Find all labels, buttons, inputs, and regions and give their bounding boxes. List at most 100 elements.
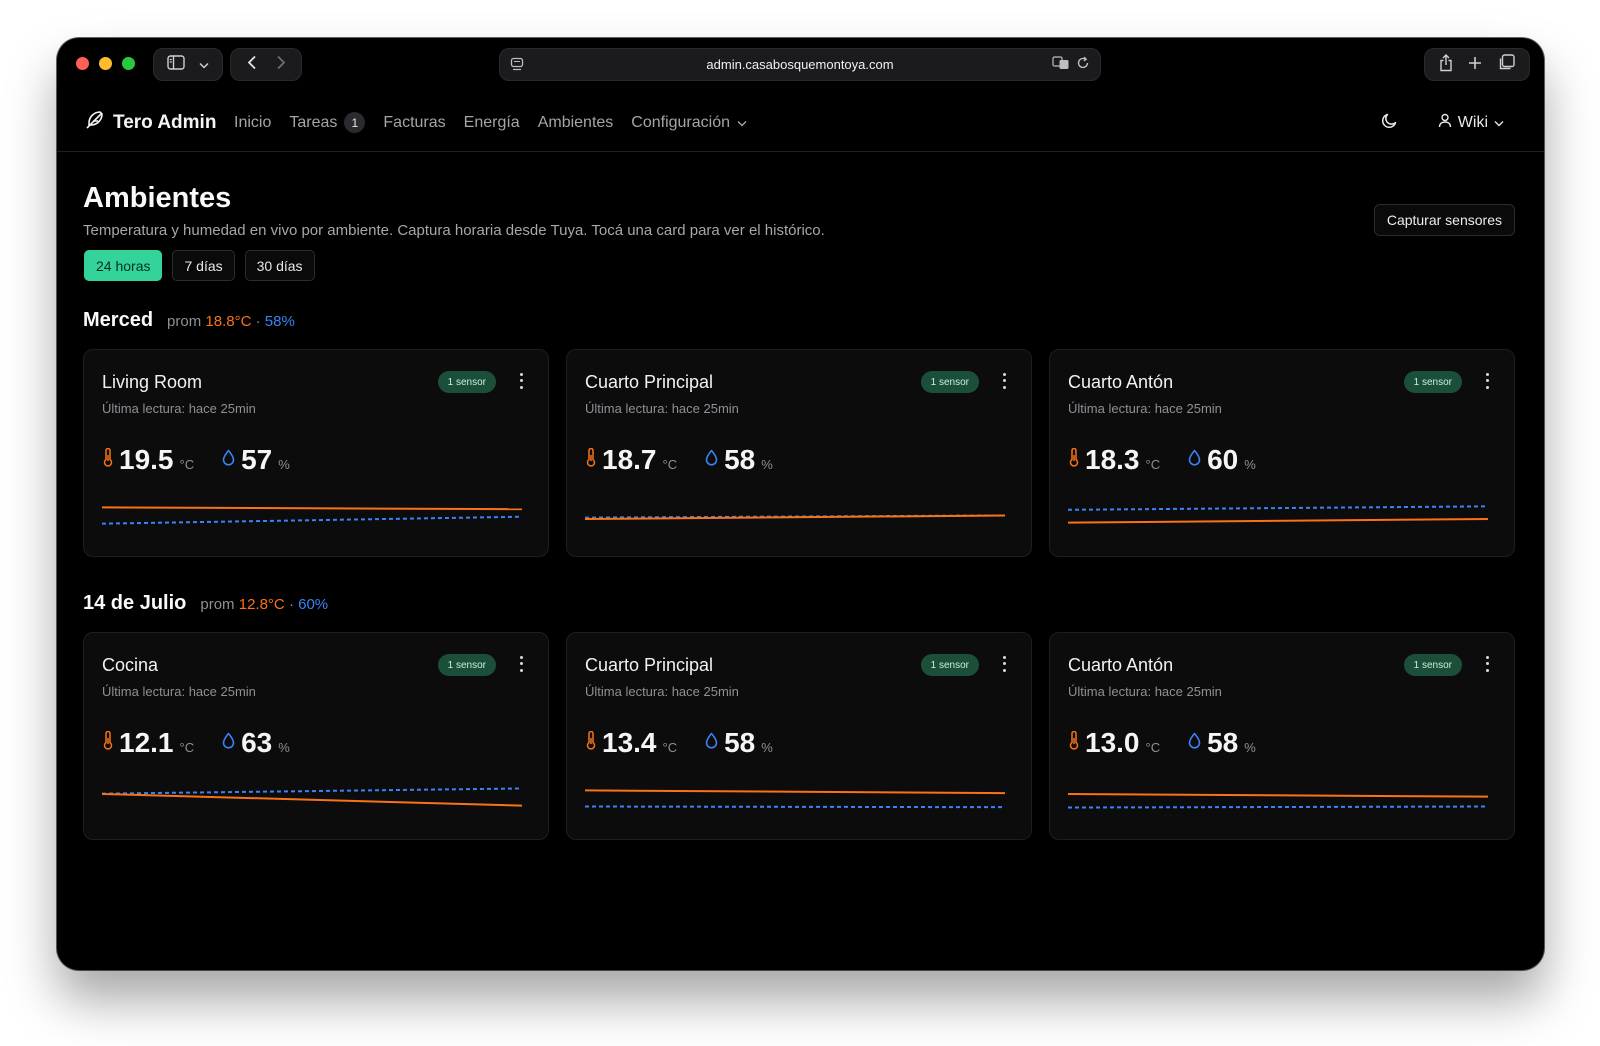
range-7d-button[interactable]: 7 días <box>172 250 235 281</box>
group-average: prom 12.8°C · 60% <box>200 596 328 613</box>
temperature-unit: °C <box>1145 457 1161 472</box>
thermometer-icon <box>103 730 113 755</box>
avg-humidity: 58% <box>264 313 295 330</box>
room-card[interactable]: Cocina Última lectura: hace 25min 1 sens… <box>83 632 549 840</box>
temperature-trend-line <box>102 506 522 511</box>
sparkline-chart <box>102 506 522 525</box>
user-menu[interactable]: Wiki <box>1438 113 1504 133</box>
capture-sensors-button[interactable]: Capturar sensores <box>1373 204 1515 236</box>
room-title: Living Room <box>102 372 203 392</box>
group-name: 14 de Julio <box>83 592 187 614</box>
share-icon[interactable] <box>1439 53 1453 76</box>
nav-energia-label: Energía <box>463 113 520 131</box>
readings: 12.1 °C 63 % <box>103 727 318 759</box>
room-title: Cuarto Antón <box>1068 372 1174 392</box>
thermometer-icon <box>1069 730 1079 755</box>
url-text: admin.casabosquemontoya.com <box>706 57 894 72</box>
avg-prefix: prom <box>167 313 202 330</box>
avg-temperature: 12.8°C <box>238 596 285 613</box>
brand[interactable]: Tero Admin <box>84 110 216 136</box>
more-options-icon[interactable] <box>1001 371 1007 391</box>
more-options-icon[interactable] <box>518 654 524 674</box>
sidebar-icon[interactable] <box>167 55 185 74</box>
sparkline-chart <box>585 789 1005 809</box>
temperature-trend-line <box>1068 518 1488 524</box>
nav-tareas-label: Tareas <box>289 113 338 131</box>
temperature-unit: °C <box>1145 740 1161 755</box>
more-options-icon[interactable] <box>1484 371 1490 391</box>
sensor-count-badge: 1 sensor <box>437 654 496 676</box>
sensor-count-badge: 1 sensor <box>920 371 979 393</box>
reload-icon[interactable] <box>1076 56 1090 73</box>
readings: 18.3 °C 60 % <box>1069 444 1284 476</box>
nav-inicio-label: Inicio <box>234 113 272 131</box>
humidity-unit: % <box>1244 740 1256 755</box>
nav-ambientes[interactable]: Ambientes <box>538 114 614 132</box>
temperature-reading: 18.3 °C <box>1069 444 1160 476</box>
room-card[interactable]: Cuarto Antón Última lectura: hace 25min … <box>1049 632 1515 840</box>
nav-facturas-label: Facturas <box>383 113 446 131</box>
close-window-button[interactable] <box>76 57 89 70</box>
room-title: Cuarto Principal <box>585 655 714 675</box>
avg-separator: · <box>255 313 261 330</box>
sensor-count-badge: 1 sensor <box>437 371 496 393</box>
zoom-window-button[interactable] <box>122 57 135 70</box>
user-name: Wiki <box>1457 114 1488 131</box>
nav-inicio[interactable]: Inicio <box>234 114 271 132</box>
address-bar[interactable]: admin.casabosquemontoya.com <box>499 48 1101 81</box>
nav-tareas[interactable]: Tareas 1 <box>289 112 366 133</box>
more-options-icon[interactable] <box>1484 654 1490 674</box>
back-icon[interactable] <box>247 55 257 74</box>
readings: 18.7 °C 58 % <box>586 444 801 476</box>
browser-window: admin.casabosquemontoya.com Tero Admin I… <box>57 38 1544 970</box>
nav-configuracion[interactable]: Configuración <box>631 114 747 132</box>
moon-icon[interactable] <box>1381 112 1398 134</box>
humidity-value: 57 <box>241 444 273 475</box>
humidity-unit: % <box>278 740 290 755</box>
avg-humidity: 60% <box>298 596 329 613</box>
translate-icon[interactable] <box>1052 56 1070 73</box>
sparkline-chart <box>585 514 1005 521</box>
nav-configuracion-label: Configuración <box>631 113 731 131</box>
temperature-value: 13.0 <box>1085 727 1140 758</box>
sparkline-chart <box>1068 505 1488 524</box>
range-30d-button[interactable]: 30 días <box>244 250 315 281</box>
droplet-icon <box>1188 732 1201 754</box>
nav-energia[interactable]: Energía <box>464 114 520 132</box>
chevron-down-icon[interactable] <box>199 56 209 73</box>
minimize-window-button[interactable] <box>99 57 112 70</box>
droplet-icon <box>222 449 235 471</box>
temperature-value: 19.5 <box>119 444 174 475</box>
chevron-down-icon <box>1494 114 1504 132</box>
room-card[interactable]: Cuarto Antón Última lectura: hace 25min … <box>1049 349 1515 557</box>
room-card[interactable]: Cuarto Principal Última lectura: hace 25… <box>566 349 1032 557</box>
humidity-reading: 57 % <box>222 444 290 476</box>
room-card[interactable]: Living Room Última lectura: hace 25min 1… <box>83 349 549 557</box>
page-title: Ambientes <box>83 182 232 214</box>
forward-icon[interactable] <box>276 55 286 74</box>
temperature-unit: °C <box>179 740 195 755</box>
humidity-unit: % <box>761 740 773 755</box>
temperature-value: 12.1 <box>119 727 174 758</box>
droplet-icon <box>705 449 718 471</box>
last-reading: Última lectura: hace 25min <box>1068 684 1222 699</box>
room-card[interactable]: Cuarto Principal Última lectura: hace 25… <box>566 632 1032 840</box>
user-icon <box>1438 113 1452 133</box>
browser-toolbar: admin.casabosquemontoya.com <box>57 38 1544 90</box>
humidity-value: 58 <box>724 444 756 475</box>
temperature-value: 13.4 <box>602 727 657 758</box>
humidity-trend-line <box>102 787 522 795</box>
nav-facturas[interactable]: Facturas <box>383 114 445 132</box>
temperature-reading: 12.1 °C <box>103 727 194 759</box>
page-settings-icon[interactable] <box>510 57 524 77</box>
more-options-icon[interactable] <box>518 371 524 391</box>
readings: 13.4 °C 58 % <box>586 727 801 759</box>
tab-overview-icon[interactable] <box>1498 54 1515 75</box>
thermometer-icon <box>586 730 596 755</box>
temperature-trend-line <box>1068 792 1488 798</box>
room-cards: Living Room Última lectura: hace 25min 1… <box>83 349 1515 557</box>
new-tab-icon[interactable] <box>1468 56 1482 74</box>
group-name: Merced <box>83 309 154 331</box>
more-options-icon[interactable] <box>1001 654 1007 674</box>
range-24h-button[interactable]: 24 horas <box>84 250 163 281</box>
